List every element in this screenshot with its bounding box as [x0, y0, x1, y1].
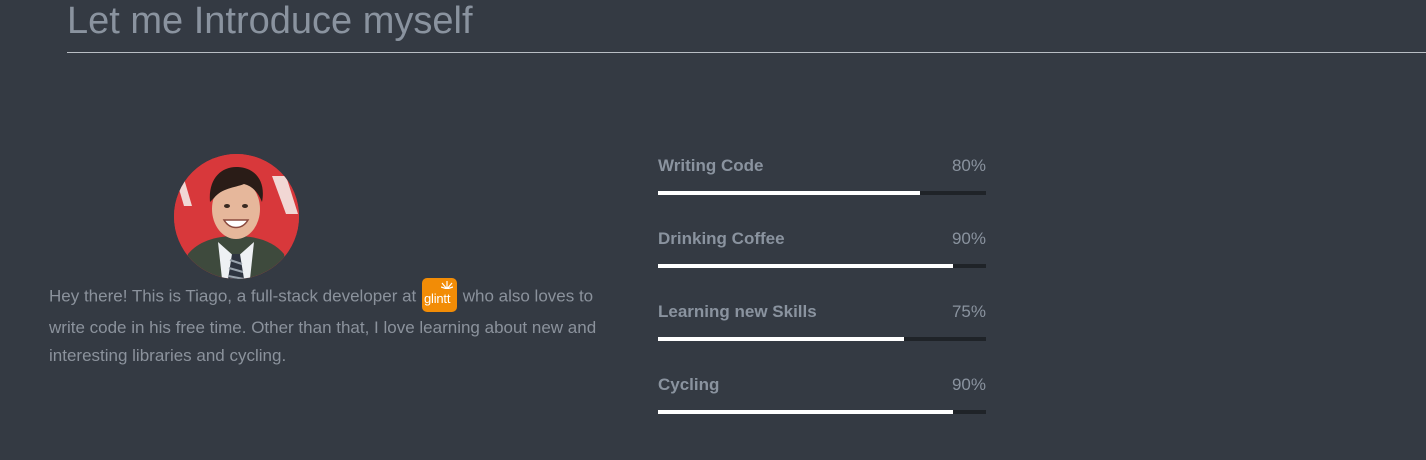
skill-progress-bar: [658, 337, 986, 341]
skill-percent: 75%: [951, 302, 986, 321]
skill-progress-bar: [658, 410, 986, 414]
skill-name: Learning new Skills: [658, 302, 817, 321]
skill-progress-bar: [658, 191, 986, 195]
intro-paragraph: Hey there! This is Tiago, a full-stack d…: [49, 278, 629, 370]
skill-progress-fill: [658, 410, 954, 414]
skill-name: Drinking Coffee: [658, 229, 785, 248]
skill-progress-fill: [658, 337, 904, 341]
section-title: Let me Introduce myself: [67, 0, 473, 42]
title-divider: [67, 52, 1426, 53]
skills-list: Writing Code 80% Drinking Coffee 90% Lea…: [658, 154, 986, 446]
intro-text-before: Hey there! This is Tiago, a full-stack d…: [49, 286, 417, 306]
skill-name: Writing Code: [658, 156, 764, 175]
logo-sun-icon: [441, 281, 453, 289]
company-logo-text: glintt: [424, 291, 451, 306]
skill-percent: 80%: [951, 156, 986, 175]
skill-progress-fill: [658, 264, 954, 268]
skill-item: Writing Code 80%: [658, 154, 986, 227]
skill-item: Cycling 90%: [658, 373, 986, 446]
skill-item: Learning new Skills 75%: [658, 300, 986, 373]
skill-item: Drinking Coffee 90%: [658, 227, 986, 300]
company-logo: glintt: [422, 278, 457, 312]
skill-name: Cycling: [658, 375, 720, 394]
skill-progress-fill: [658, 191, 921, 195]
skill-percent: 90%: [951, 375, 986, 394]
avatar: [174, 154, 299, 279]
skill-progress-bar: [658, 264, 986, 268]
skill-percent: 90%: [951, 229, 986, 248]
